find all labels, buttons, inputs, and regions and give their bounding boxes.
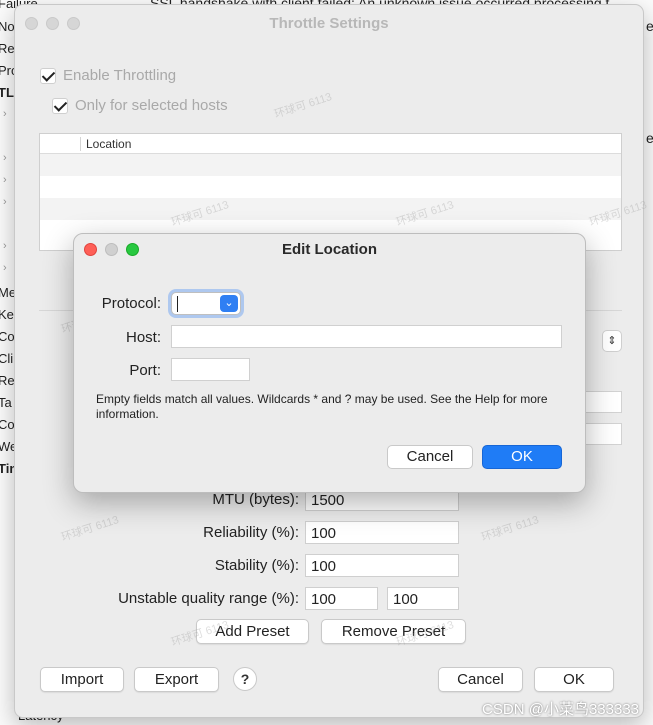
chevron-down-icon[interactable]: ⌄ (220, 295, 238, 312)
stability-field[interactable]: 100 (305, 554, 459, 577)
checkmark-icon (52, 97, 68, 114)
sidebar-item: Ta (0, 395, 12, 410)
csdn-watermark: CSDN @小菜鸟333333 (482, 701, 639, 718)
mtu-label: MTU (bytes): (212, 491, 299, 508)
background-fragment: es (646, 18, 653, 34)
wildcard-help-note: Empty fields match all values. Wildcards… (96, 392, 548, 421)
preset-select-arrow-icon[interactable]: ⇕ (602, 330, 622, 352)
help-button[interactable]: ? (233, 667, 257, 691)
import-button[interactable]: Import (40, 667, 124, 692)
port-field[interactable] (171, 358, 250, 381)
enable-throttling-checkbox[interactable]: Enable Throttling (40, 67, 176, 84)
only-selected-hosts-label: Only for selected hosts (75, 97, 228, 114)
text-caret (177, 296, 178, 312)
cancel-button[interactable]: Cancel (438, 667, 523, 692)
only-selected-hosts-checkbox[interactable]: Only for selected hosts (52, 97, 228, 114)
remove-preset-button[interactable]: Remove Preset (321, 619, 466, 644)
host-label: Host: (125, 329, 161, 346)
export-button[interactable]: Export (134, 667, 219, 692)
enable-throttling-label: Enable Throttling (63, 67, 177, 84)
background-fragment: e (646, 130, 653, 146)
unstable-range-label: Unstable quality range (%): (118, 590, 299, 607)
edit-location-dialog: Edit Location Protocol: ⌄ Host: Port: Em… (73, 233, 586, 493)
dialog-title: Edit Location (282, 241, 377, 258)
host-field[interactable] (171, 325, 562, 348)
sidebar-item: Co (0, 329, 14, 344)
disclosure-chevron-icon: › (3, 108, 7, 120)
table-row[interactable] (40, 176, 621, 198)
sidebar-item: Cli (0, 351, 14, 366)
dialog-cancel-button[interactable]: Cancel (387, 445, 473, 469)
sidebar-item: Pro (0, 63, 14, 78)
sidebar-item: No (0, 19, 14, 34)
location-column-header[interactable]: Location (86, 137, 131, 151)
sidebar-item: We (0, 439, 14, 454)
add-preset-button[interactable]: Add Preset (196, 619, 309, 644)
unstable-range-max-field[interactable]: 100 (387, 587, 459, 610)
reliability-field[interactable]: 100 (305, 521, 459, 544)
sidebar-item: Tin (0, 461, 14, 476)
disclosure-chevron-icon: › (3, 152, 7, 164)
stability-label: Stability (%): (214, 557, 299, 574)
dialog-ok-button[interactable]: OK (482, 445, 562, 469)
reliability-label: Reliability (%): (203, 524, 299, 541)
port-label: Port: (129, 362, 161, 379)
disclosure-chevron-icon: › (3, 240, 7, 252)
sidebar-item: Re (0, 41, 14, 56)
sidebar-item: Co (0, 417, 14, 432)
table-row[interactable] (40, 154, 621, 176)
sidebar-item: TL (0, 85, 14, 100)
protocol-label: Protocol: (101, 295, 161, 312)
table-header: Location (40, 134, 621, 154)
disclosure-chevron-icon: › (3, 174, 7, 186)
ok-button[interactable]: OK (534, 667, 614, 692)
sidebar-item: Re (0, 373, 14, 388)
unstable-range-min-field[interactable]: 100 (305, 587, 378, 610)
checkmark-icon (40, 67, 56, 84)
sidebar-item: Ke (0, 307, 14, 322)
sidebar-item: Me (0, 285, 14, 300)
window-title: Throttle Settings (269, 15, 389, 32)
table-row[interactable] (40, 198, 621, 220)
disclosure-chevron-icon: › (3, 196, 7, 208)
protocol-select[interactable]: ⌄ (171, 292, 241, 315)
disclosure-chevron-icon: › (3, 262, 7, 274)
